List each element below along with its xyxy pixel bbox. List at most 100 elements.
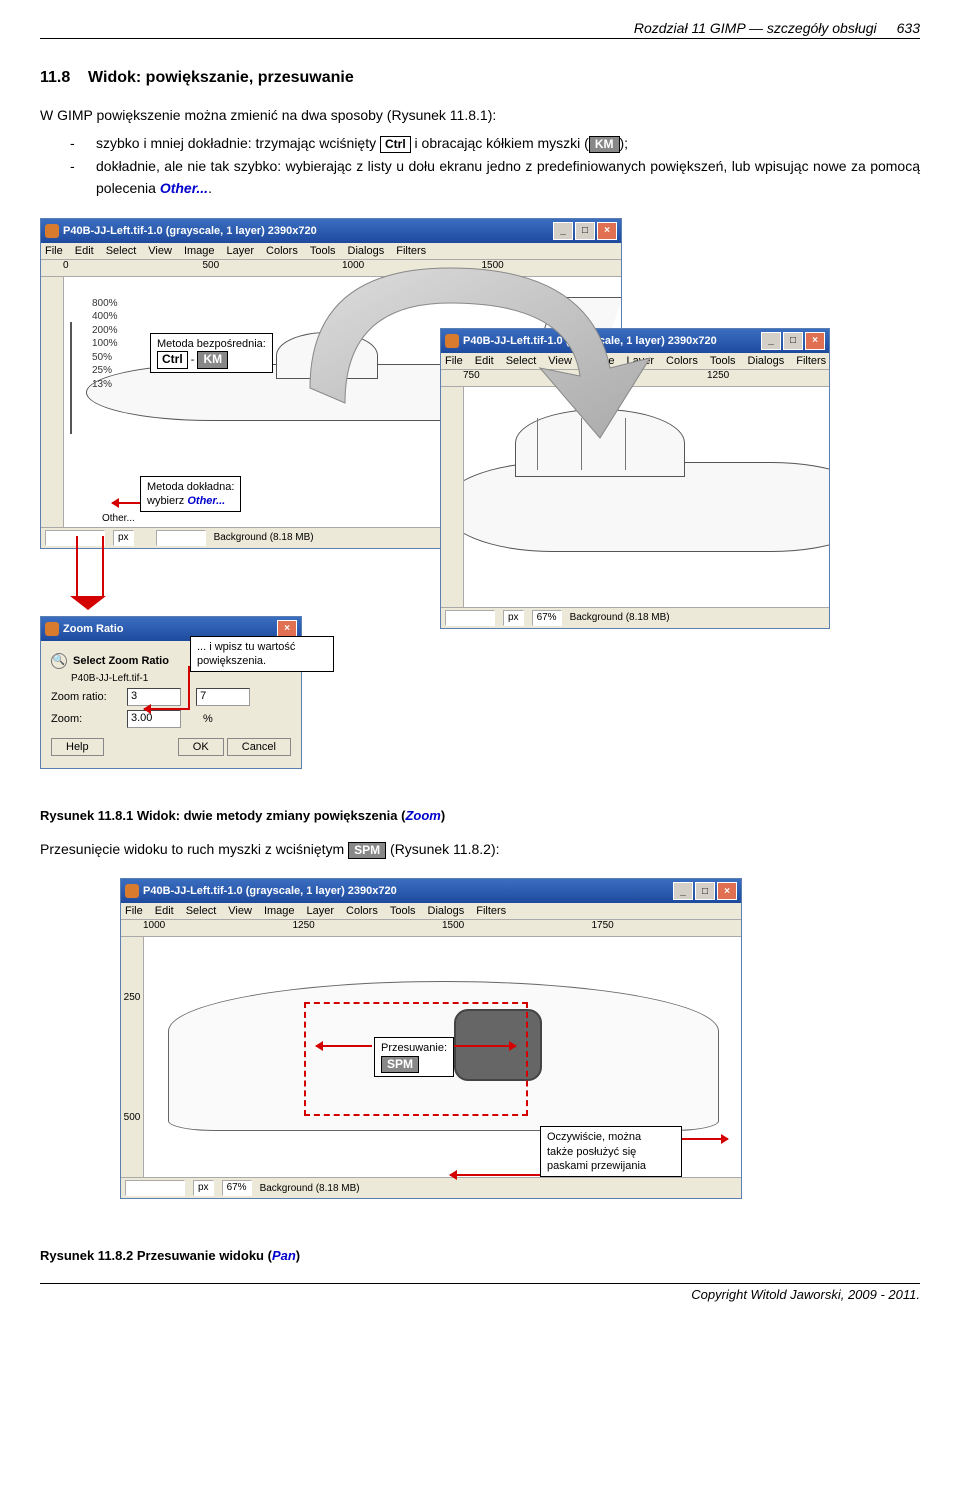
menu-select[interactable]: Select [506,355,537,367]
fig1-label: Rysunek 11.8.1 [40,808,133,823]
zoom-800[interactable]: 800% [92,297,118,311]
dialog-subtitle: Select Zoom Ratio [73,655,169,667]
zoom-13[interactable]: 13% [92,378,118,392]
menu-filters[interactable]: Filters [796,355,826,367]
callout1-km: KM [197,351,228,369]
callout1-line1: Metoda bezpośrednia: [157,337,266,351]
menu-image[interactable]: Image [264,905,295,917]
status-coords [125,1180,185,1196]
zoom-preset-list[interactable]: 800% 400% 200% 100% 50% 25% 13% [92,297,118,392]
callout-pan: Przesuwanie: SPM [374,1037,454,1077]
minimize-button[interactable]: _ [673,882,693,900]
menu-colors[interactable]: Colors [266,245,298,257]
ok-button[interactable]: OK [178,738,224,756]
zoom-ratio-den[interactable]: 7 [196,688,250,706]
menu-image[interactable]: Image [584,355,615,367]
kbd-ctrl: Ctrl [380,136,411,154]
fig2-text-b: ) [296,1248,300,1263]
figure-1: P40B-JJ-Left.tif-1.0 (grayscale, 1 layer… [40,218,920,778]
status-units[interactable]: px [193,1180,214,1196]
menubar[interactable]: File Edit Select View Image Layer Colors… [441,353,829,369]
status-units[interactable]: px [113,530,134,546]
menu-filters[interactable]: Filters [396,245,426,257]
intro-paragraph: W GIMP powiększenie można zmienić na dwa… [40,105,920,127]
menu-select[interactable]: Select [186,905,217,917]
menu-view[interactable]: View [228,905,252,917]
menu-edit[interactable]: Edit [475,355,494,367]
menubar[interactable]: File Edit Select View Image Layer Colors… [121,903,741,919]
menu-tools[interactable]: Tools [390,905,416,917]
maximize-button[interactable]: □ [575,222,595,240]
status-zoom[interactable]: 67% [532,610,562,626]
callout3-line1: ... i wpisz tu wartość [197,640,327,654]
menu-file[interactable]: File [445,355,463,367]
menu-dialogs[interactable]: Dialogs [348,245,385,257]
zoom-200[interactable]: 200% [92,324,118,338]
menu-select[interactable]: Select [106,245,137,257]
status-zoom[interactable] [156,530,206,546]
arrow-to-hscroll [450,1174,540,1176]
menu-view[interactable]: View [548,355,572,367]
menu-tools[interactable]: Tools [710,355,736,367]
callout1-ctrl: Ctrl [157,351,188,369]
help-button[interactable]: Help [51,738,104,756]
copyright: Copyright Witold Jaworski, 2009 - 2011. [40,1283,920,1302]
menu-layer[interactable]: Layer [227,245,255,257]
menu-view[interactable]: View [148,245,172,257]
canvas[interactable] [464,387,829,607]
drag-arrow-left [316,1045,372,1047]
callout-scrollbars: Oczywiście, można także posłużyć się pas… [540,1126,682,1177]
menu-colors[interactable]: Colors [666,355,698,367]
close-button[interactable]: × [717,882,737,900]
minimize-button[interactable]: _ [553,222,573,240]
menu-filters[interactable]: Filters [476,905,506,917]
menu-dialogs[interactable]: Dialogs [428,905,465,917]
menu-layer[interactable]: Layer [307,905,335,917]
menu-file[interactable]: File [125,905,143,917]
zoom-icon: 🔍 [51,653,67,669]
dialog-title: Zoom Ratio [63,623,275,635]
menu-file[interactable]: File [45,245,63,257]
menu-layer[interactable]: Layer [627,355,655,367]
menu-edit[interactable]: Edit [155,905,174,917]
callout1-dash: - [188,354,198,366]
titlebar[interactable]: P40B-JJ-Left.tif-1.0 (grayscale, 1 layer… [441,329,829,353]
menu-colors[interactable]: Colors [346,905,378,917]
zoom-25[interactable]: 25% [92,364,118,378]
zoom-ratio-num[interactable]: 3 [127,688,181,706]
app-icon [125,884,139,898]
p2-link: Rysunek 11.8.2 [395,841,491,857]
menubar[interactable]: File Edit Select View Image Layer Colors… [41,243,621,259]
ruler-horizontal: 0 500 1000 1500 [41,259,621,277]
maximize-button[interactable]: □ [695,882,715,900]
ruler-tick: 1000 [585,370,707,386]
zoom-value-input[interactable]: 3.00 [127,710,181,728]
maximize-button[interactable]: □ [783,332,803,350]
cockpit-line [581,418,582,471]
menu-image[interactable]: Image [184,245,215,257]
minimize-button[interactable]: _ [761,332,781,350]
status-layer: Background (8.18 MB) [214,532,314,543]
zoom-50[interactable]: 50% [92,351,118,365]
intro-text-a: W GIMP powiększenie można zmienić na dwa… [40,107,391,123]
menu-tools[interactable]: Tools [310,245,336,257]
cancel-button[interactable]: Cancel [227,738,291,756]
figure-1-caption: Rysunek 11.8.1 Widok: dwie metody zmiany… [40,808,920,823]
status-units[interactable]: px [503,610,524,626]
intro-figure-ref: Rysunek 11.8.1 [391,107,487,123]
menu-dialogs[interactable]: Dialogs [748,355,785,367]
menu-edit[interactable]: Edit [75,245,94,257]
close-button[interactable]: × [597,222,617,240]
zoom-400[interactable]: 400% [92,310,118,324]
ruler-tick: 1000 [342,260,482,276]
status-zoom[interactable]: 67% [222,1180,252,1196]
b2-text-b: . [208,180,212,196]
fig1-text-b: ) [441,808,445,823]
close-button[interactable]: × [805,332,825,350]
titlebar[interactable]: P40B-JJ-Left.tif-1.0 (grayscale, 1 layer… [41,219,621,243]
titlebar[interactable]: P40B-JJ-Left.tif-1.0 (grayscale, 1 layer… [121,879,741,903]
zoom-other[interactable]: Other... [102,513,135,524]
plane-cockpit-detail [515,409,685,477]
ruler-horizontal: 1000 1250 1500 1750 [121,919,741,937]
zoom-100[interactable]: 100% [92,337,118,351]
